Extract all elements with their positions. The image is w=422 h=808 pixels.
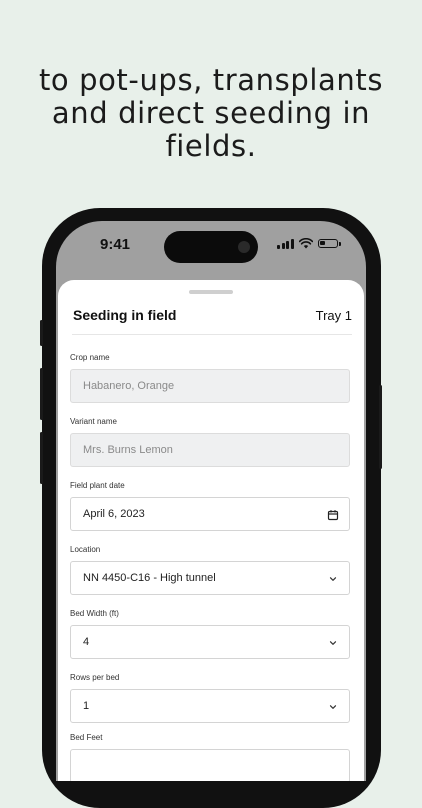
field-plant-date-label: Field plant date [70, 481, 125, 490]
tray-label: Tray 1 [315, 308, 352, 323]
bed-width-value: 4 [83, 636, 90, 648]
phone-volume-up-button [40, 368, 43, 420]
cellular-signal-icon [277, 238, 294, 249]
chevron-down-icon [329, 641, 337, 645]
crop-name-field: Habanero, Orange [70, 369, 350, 403]
phone-screen: 9:41 Seeding in field Tray 1 Crop name H… [56, 221, 366, 781]
marketing-headline: to pot-ups, transplants and direct seedi… [0, 64, 422, 163]
status-time: 9:41 [100, 236, 131, 253]
dynamic-island [164, 231, 258, 263]
sheet-grabber[interactable] [189, 290, 233, 294]
wifi-icon [298, 238, 313, 249]
variant-name-field: Mrs. Burns Lemon [70, 433, 350, 467]
headline-line-3: fields. [165, 129, 257, 163]
variant-name-value: Mrs. Burns Lemon [83, 444, 173, 456]
phone-side-button [40, 320, 43, 346]
headline-line-2: and direct seeding in [51, 96, 371, 130]
calendar-icon[interactable] [327, 509, 339, 521]
rows-per-bed-value: 1 [83, 700, 90, 712]
rows-per-bed-select[interactable]: 1 [70, 689, 350, 723]
seeding-sheet: Seeding in field Tray 1 Crop name Habane… [58, 280, 364, 781]
sheet-title: Seeding in field [73, 307, 177, 323]
bed-width-label: Bed Width (ft) [70, 609, 119, 618]
battery-icon [317, 239, 341, 248]
bed-feet-label: Bed Feet [70, 733, 103, 742]
location-value: NN 4450-C16 - High tunnel [83, 572, 216, 584]
rows-per-bed-label: Rows per bed [70, 673, 120, 682]
location-label: Location [70, 545, 101, 554]
field-plant-date-value: April 6, 2023 [83, 508, 145, 520]
chevron-down-icon [329, 577, 337, 581]
bed-width-select[interactable]: 4 [70, 625, 350, 659]
crop-name-label: Crop name [70, 353, 110, 362]
battery-level [319, 241, 325, 245]
status-icons [277, 238, 341, 249]
variant-name-label: Variant name [70, 417, 117, 426]
sheet-header: Seeding in field Tray 1 [72, 306, 352, 335]
headline-line-1: to pot-ups, transplants [38, 63, 384, 97]
camera-icon [238, 241, 250, 253]
phone-volume-down-button [40, 432, 43, 484]
location-select[interactable]: NN 4450-C16 - High tunnel [70, 561, 350, 595]
field-plant-date-input[interactable]: April 6, 2023 [70, 497, 350, 531]
chevron-down-icon [329, 705, 337, 709]
crop-name-value: Habanero, Orange [83, 380, 175, 392]
bed-feet-input[interactable] [70, 749, 350, 781]
phone-power-button [379, 385, 382, 469]
